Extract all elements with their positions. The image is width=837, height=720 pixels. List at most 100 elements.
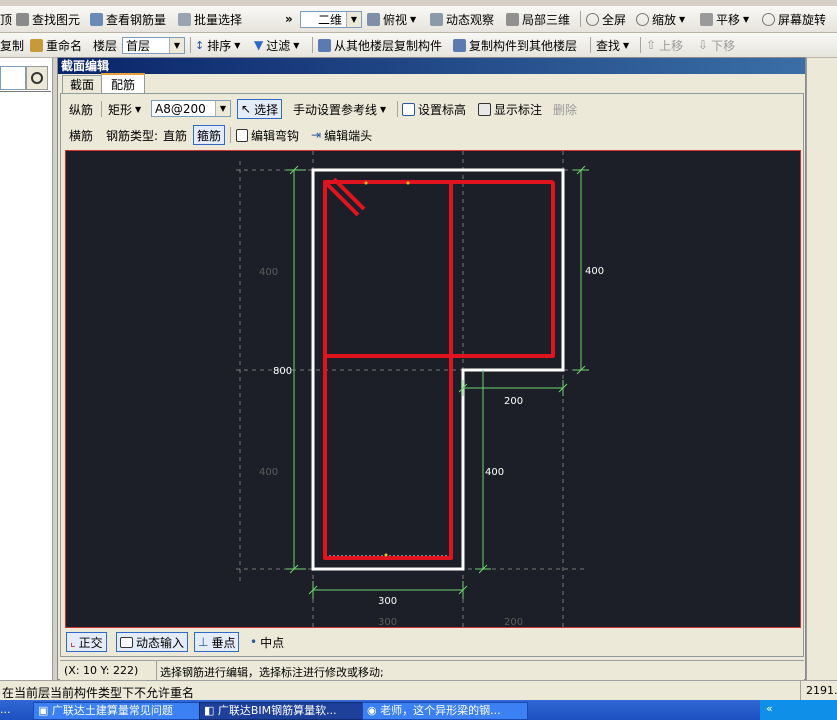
tab-section[interactable]: 截面 [62,75,102,94]
ghost-dim-bottom-2: 200 [504,617,523,627]
filter-icon: ▼ [254,38,264,52]
section-drawing[interactable]: 400 400 300 200 800 400 200 400 300 [66,151,800,627]
window-icon: ▣ [38,704,52,717]
fullscreen-icon [586,12,599,26]
copy-from-other-floor-button[interactable]: 从其他楼层复制构件 [318,33,442,57]
copy-button[interactable]: 复制 [0,33,24,57]
arrow-down-icon: ⇩ [698,38,709,52]
dialog-status-bar: (X: 10 Y: 222) 选择钢筋进行编辑，选择标注进行修改或移动; [60,660,804,681]
dim-right-bottom-400[interactable]: 400 [485,467,504,478]
dynamic-observe-button[interactable]: 动态观察 [430,6,494,32]
top-view-button[interactable]: 俯视 ▼ [367,6,416,32]
set-elevation-button[interactable]: 设置标高 [402,99,466,119]
tab-rebar[interactable]: 配筋 [101,73,145,94]
tray-expand-icon[interactable]: « [766,702,773,715]
shape-select[interactable]: 矩形 ▼ [108,99,141,119]
filter-button[interactable]: ▼ 过滤 ▼ [254,33,299,57]
edit-bend-button[interactable]: 编辑弯钩 [236,125,299,145]
dim-left-800[interactable]: 800 [273,366,292,377]
batch-select-button[interactable]: 批量选择 [178,6,242,32]
taskbar-item-rebar-app[interactable]: ◧ 广联达BIM钢筋算量软... [199,702,363,720]
cube-icon [506,12,519,26]
rotate-icon [762,12,775,26]
view-rebar-qty-button[interactable]: 查看钢筋量 [90,6,166,32]
bend-icon [236,128,248,142]
cursor-arrow-icon: ↖ [241,102,252,116]
perpendicular-snap-button[interactable]: ⊥ 垂点 [194,632,240,652]
zoom-button[interactable]: 缩放 ▼ [636,6,685,32]
show-label-button[interactable]: 显示标注 [478,99,542,119]
chevron-down-icon: ▼ [215,101,230,116]
dim-step-200[interactable]: 200 [504,396,523,407]
select-tool-button[interactable]: ↖ 选择 [237,99,283,119]
stirrup-upper[interactable] [323,180,555,358]
taskbar-item-overflow[interactable]: ... [0,702,28,718]
edit-end-button[interactable]: ⇥ 编辑端头 [311,125,372,145]
copy-from-icon [318,38,331,52]
taskbar-item-faq[interactable]: ▣ 广联达土建算量常见问题 [33,702,201,720]
screen-rotate-button[interactable]: 屏幕旋转 [762,6,826,32]
ortho-icon: ⌞ [70,635,76,649]
midpoint-snap-button[interactable]: • 中点 [250,632,284,652]
dynamic-input-button[interactable]: 动态输入 [116,632,189,652]
label-icon [478,102,491,116]
right-panel [806,58,837,680]
ortho-button[interactable]: ⌞ 正交 [66,632,107,652]
keyboard-icon [120,636,133,648]
copy-to-icon [453,38,466,52]
fullscreen-button[interactable]: 全屏 [586,6,626,32]
manual-ref-line-button[interactable]: 手动设置参考线 ▼ [293,99,386,119]
section-drawing-canvas[interactable]: 400 400 300 200 800 400 200 400 300 [65,150,801,628]
magnifier-icon [636,12,649,26]
local-3d-button[interactable]: 局部三维 [506,6,570,32]
system-tray: « [760,700,837,720]
component-search-input[interactable] [0,66,26,90]
straight-rebar-button[interactable]: 直筋 [163,125,187,145]
floor-label: 楼层 [93,38,118,53]
status-right-value: 2191. [806,684,837,697]
chevron-down-icon: ▼ [169,38,184,53]
sort-button[interactable]: ↕ 排序 ▼ [195,33,240,57]
ghost-dim-left-bottom: 400 [259,467,278,478]
top-view-icon [367,12,380,26]
rebar-spec-select[interactable]: A8@200 ▼ [151,100,231,117]
binoculars-icon [16,12,29,26]
rename-button[interactable]: 重命名 [30,33,82,57]
main-toolbar: 顶 查找图元 查看钢筋量 批量选择 » 二维 ▼ 俯视 ▼ 动态观察 局部三维 全屏… [0,6,837,33]
rebar-type-label: 钢筋类型: [106,128,159,143]
rename-icon [30,38,43,52]
dialog-titlebar: 截面编辑 [58,58,805,74]
longitudinal-rebar-button[interactable]: 纵筋 [69,99,93,119]
toolbar-overflow[interactable]: » [285,6,293,32]
orbit-icon [430,12,443,26]
move-down-button[interactable]: ⇩ 下移 [698,33,735,57]
left-panel [0,58,53,680]
dimension-lines [286,165,589,599]
floor-select[interactable]: 首层 ▼ [122,37,185,54]
batch-select-icon [178,12,191,26]
browser-icon: ◉ [367,704,381,717]
perpendicular-icon: ⊥ [198,635,209,649]
view-mode-select[interactable]: 二维 ▼ [300,11,362,28]
ghost-dim-bottom-1: 300 [378,617,397,627]
cursor-coordinates: (X: 10 Y: 222) [64,664,139,677]
find-button[interactable]: 查找 ▼ [596,33,629,57]
search-button[interactable] [26,66,48,90]
pan-button[interactable]: 平移 ▼ [700,6,749,32]
midpoint-icon: • [250,635,258,649]
taskbar-item-browser[interactable]: ◉ 老师，这个异形梁的钢... [362,702,528,720]
app-icon: ◧ [204,704,218,717]
hand-icon [700,12,713,26]
copy-to-other-floor-button[interactable]: 复制构件到其他楼层 [453,33,577,57]
toolbar-item-prev[interactable]: 顶 [0,6,12,32]
dim-bottom-300[interactable]: 300 [378,596,397,607]
delete-button[interactable]: 删除 [553,99,577,119]
dim-right-top-400[interactable]: 400 [585,266,604,277]
chevron-down-icon: ▼ [346,12,361,27]
horizontal-rebar-button[interactable]: 横筋 [69,125,93,145]
stirrup-button[interactable]: 箍筋 [193,125,226,145]
status-message: 在当前层当前构件类型下不允许重名 [2,686,195,700]
move-up-button[interactable]: ⇧ 上移 [646,33,683,57]
status-hint: 选择钢筋进行编辑，选择标注进行修改或移动; [160,666,384,679]
find-element-button[interactable]: 查找图元 [16,6,80,32]
